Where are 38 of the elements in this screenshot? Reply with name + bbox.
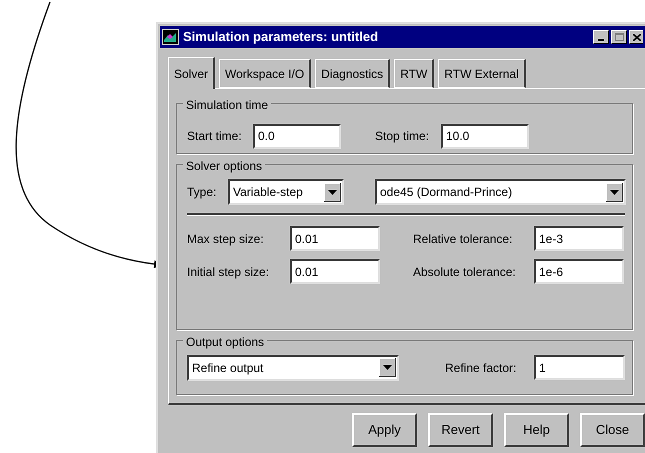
dialog-button[interactable]: Apply	[352, 413, 417, 447]
input-field[interactable]: 1e-6	[534, 259, 624, 284]
minimize-button[interactable]	[593, 30, 609, 44]
dropdown-arrow-icon	[606, 182, 623, 202]
field-label: Refine factor:	[445, 360, 518, 376]
tab[interactable]: Solver	[168, 57, 216, 89]
window-title: Simulation parameters: untitled	[183, 28, 380, 46]
field-label: Stop time:	[375, 128, 430, 145]
dropdown-arrow-icon	[379, 358, 396, 377]
maximize-button[interactable]	[611, 30, 627, 44]
input-field[interactable]: 0.01	[290, 259, 380, 284]
input-field[interactable]: 0.01	[290, 226, 380, 251]
app-icon	[162, 29, 179, 45]
tab[interactable]: Diagnostics	[315, 59, 390, 88]
tab[interactable]: RTW	[394, 59, 434, 88]
dropdown-arrow-icon	[324, 182, 341, 202]
input-field[interactable]: 0.0	[253, 124, 341, 148]
tab[interactable]: Workspace I/O	[219, 59, 312, 88]
input-field[interactable]: 1e-3	[534, 226, 624, 251]
field-label: Initial step size:	[187, 264, 270, 280]
close-icon	[632, 34, 640, 40]
minimize-icon	[598, 39, 604, 41]
dialog-button[interactable]: Help	[504, 413, 569, 447]
maximize-icon	[614, 33, 624, 41]
field-label: Relative tolerance:	[413, 230, 514, 248]
tab[interactable]: RTW External	[438, 59, 526, 88]
input-field[interactable]: 10.0	[441, 124, 529, 148]
dropdown[interactable]: Variable-step	[228, 179, 344, 205]
field-label: Max step size:	[187, 230, 265, 248]
field-label: Start time:	[187, 128, 243, 145]
dialog-button[interactable]: Revert	[428, 413, 493, 447]
dropdown[interactable]: Refine output	[187, 354, 399, 380]
field-label: Absolute tolerance:	[413, 264, 517, 280]
dropdown[interactable]: ode45 (Dormand-Prince)	[375, 179, 626, 205]
dialog-button[interactable]: Close	[580, 413, 645, 447]
field-label: Type:	[187, 184, 218, 201]
input-field[interactable]: 1	[534, 355, 625, 380]
close-button[interactable]	[629, 30, 643, 44]
